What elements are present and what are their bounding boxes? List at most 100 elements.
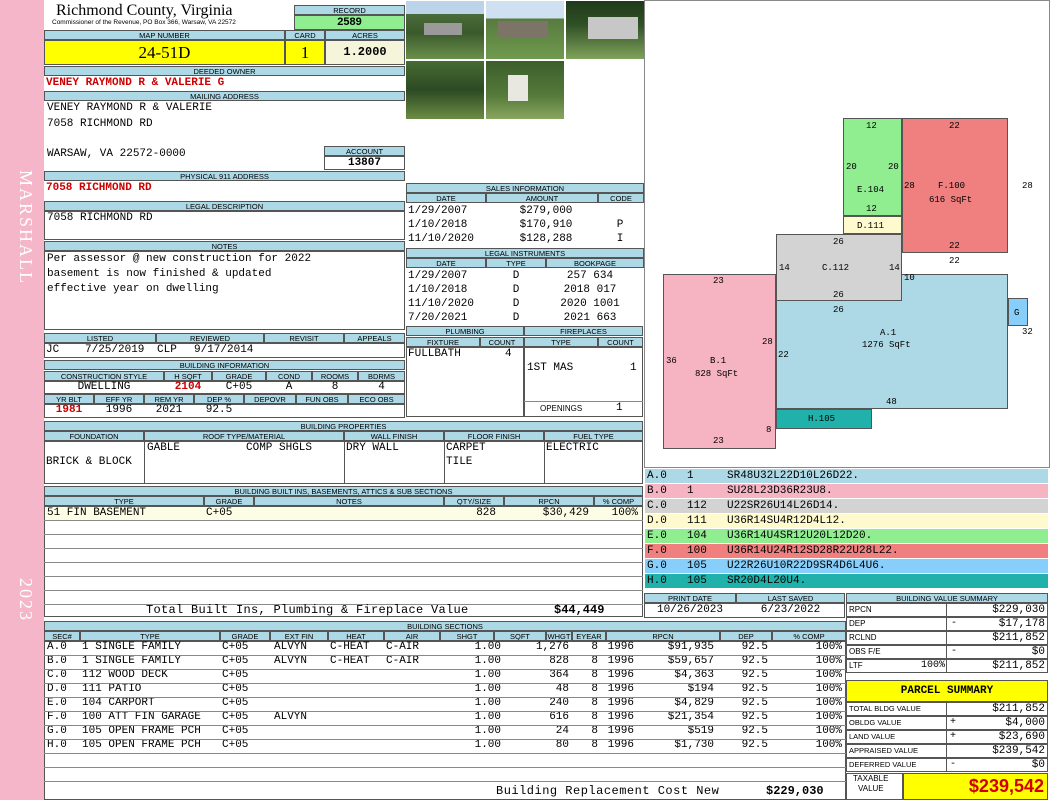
- divider: [444, 441, 445, 484]
- sale-code: I: [616, 232, 624, 245]
- sketch-dimension: 28: [904, 181, 915, 191]
- notes-line-2: basement is now finished & updated: [47, 268, 272, 280]
- legal-box: [44, 211, 405, 240]
- li-h-bookpage: BOOKPAGE: [546, 258, 644, 268]
- fireplaces-title: FIREPLACES: [524, 326, 643, 336]
- year-label: 2023: [16, 578, 36, 622]
- row-divider: [44, 576, 643, 577]
- divider: [946, 603, 947, 673]
- section-cell: G.0: [47, 725, 67, 737]
- section-cell: $91,935: [667, 641, 714, 653]
- row-divider: [44, 725, 846, 726]
- sketch-label: G: [1014, 308, 1020, 318]
- section-cell: 100%: [815, 697, 842, 709]
- section-cell: 1.00: [474, 669, 501, 681]
- section-header: TYPE: [80, 631, 220, 641]
- row-divider: [44, 562, 643, 563]
- bi-header-2: EFF YR: [94, 394, 144, 404]
- section-cell: C+05: [222, 739, 249, 751]
- sales-h-amount: AMOUNT: [486, 193, 598, 203]
- vector-number: 100: [687, 545, 707, 557]
- effective-year: 1996: [105, 404, 133, 416]
- fireplaces-h-count: COUNT: [598, 337, 643, 347]
- vector-row: D.0 111 U36R14SU4R12D4L12.: [645, 514, 1048, 528]
- side-stripe: MARSHALL 2023: [0, 0, 44, 800]
- section-cell: H.0: [47, 739, 67, 751]
- bvs-value: $17,178: [998, 618, 1045, 630]
- openings-divider: [524, 401, 643, 402]
- row-divider: [44, 767, 846, 768]
- section-cell: B.0: [47, 655, 67, 667]
- builtin-rpcn: $30,429: [542, 507, 589, 519]
- vector-number: 111: [687, 515, 707, 527]
- bi2-h-notes: NOTES: [254, 496, 444, 506]
- section-cell: 100%: [815, 655, 842, 667]
- fireplace-count: 1: [630, 362, 637, 374]
- section-cell: F.0: [47, 711, 67, 723]
- section-cell: 92.5: [741, 739, 768, 751]
- vector-row: F.0 100 U36R14U24R12SD28R22U28L22.: [645, 544, 1048, 558]
- section-header: WHGT: [546, 631, 572, 641]
- notes-label: NOTES: [44, 241, 405, 251]
- foundation: BRICK & BLOCK: [46, 456, 132, 468]
- bi-header: H SQFT: [164, 371, 212, 381]
- bi-header: ROOMS: [312, 371, 358, 381]
- roof-type: GABLE: [147, 442, 181, 454]
- li-bookpage: 2018 017: [563, 283, 617, 296]
- account-number: 13807: [324, 156, 405, 170]
- map-number: 24-51D: [44, 40, 285, 65]
- bi2-h-qty: QTY/SIZE: [444, 496, 504, 506]
- physical-address-label: PHYSICAL 911 ADDRESS: [44, 171, 405, 181]
- sketch-dimension: 23: [713, 436, 724, 446]
- row-divider: [44, 739, 846, 740]
- section-cell: ALVYN: [274, 711, 308, 723]
- divider: [544, 441, 545, 484]
- builtins-total: $44,449: [554, 603, 605, 617]
- bi-header: GRADE: [212, 371, 266, 381]
- divider: [344, 441, 345, 484]
- section-cell: ALVYN: [274, 641, 308, 653]
- li-h-date: DATE: [406, 258, 486, 268]
- physical-address: 7058 RICHMOND RD: [46, 182, 152, 194]
- bi-header-2: DEP %: [194, 394, 244, 404]
- prop-h-fuel: FUEL TYPE: [544, 431, 643, 441]
- vector-code: G.0: [647, 560, 667, 572]
- row-divider: [44, 683, 846, 684]
- section-cell: $4,363: [674, 669, 714, 681]
- section-cell: 1.00: [474, 697, 501, 709]
- print-date: 10/26/2023: [656, 604, 723, 616]
- sketch-dimension: 8: [766, 425, 772, 435]
- vector-number: 105: [687, 575, 707, 587]
- deeded-owner: VENEY RAYMOND R & VALERIE G: [46, 77, 225, 89]
- bvs-value: $0: [1031, 646, 1045, 658]
- listed-label: LISTED: [44, 333, 156, 343]
- sketch-dimension: 12: [866, 121, 877, 131]
- bvs-label: RPCN: [849, 605, 872, 614]
- section-cell: C+05: [222, 697, 249, 709]
- sale-amount: $279,000: [519, 204, 573, 217]
- li-bookpage: 2020 1001: [560, 297, 620, 310]
- mailing-line-1: VENEY RAYMOND R & VALERIE: [47, 102, 213, 114]
- row-divider: [44, 655, 846, 656]
- vector-path: U22SR26U14L26D14.: [727, 500, 840, 512]
- sketch-dimension: 36: [666, 356, 677, 366]
- section-cell: 1.00: [474, 641, 501, 653]
- bvs-modifier: 100%: [920, 660, 945, 671]
- bi2-h-grade: GRADE: [204, 496, 254, 506]
- section-cell: C.0: [47, 669, 67, 681]
- row-divider: [44, 520, 643, 521]
- fireplaces-h-type: TYPE: [524, 337, 598, 347]
- li-type: D: [512, 283, 520, 296]
- last-saved-label: LAST SAVED: [736, 593, 845, 603]
- section-cell: 100%: [815, 683, 842, 695]
- card-label: CARD: [285, 30, 325, 40]
- property-photo-3: [565, 0, 645, 60]
- sales-table: 1/29/2007 $279,000 1/10/2018 $170,910 P 11/…: [406, 204, 644, 246]
- bi-header: COND: [266, 371, 312, 381]
- roof-material: COMP SHGLS: [246, 442, 313, 454]
- li-date: 1/29/2007: [408, 269, 468, 282]
- section-cell: 92.5: [741, 697, 768, 709]
- bi-header-2: YR BLT: [44, 394, 94, 404]
- section-cell: 104 CARPORT: [82, 697, 155, 709]
- section-cell: 1.00: [474, 711, 501, 723]
